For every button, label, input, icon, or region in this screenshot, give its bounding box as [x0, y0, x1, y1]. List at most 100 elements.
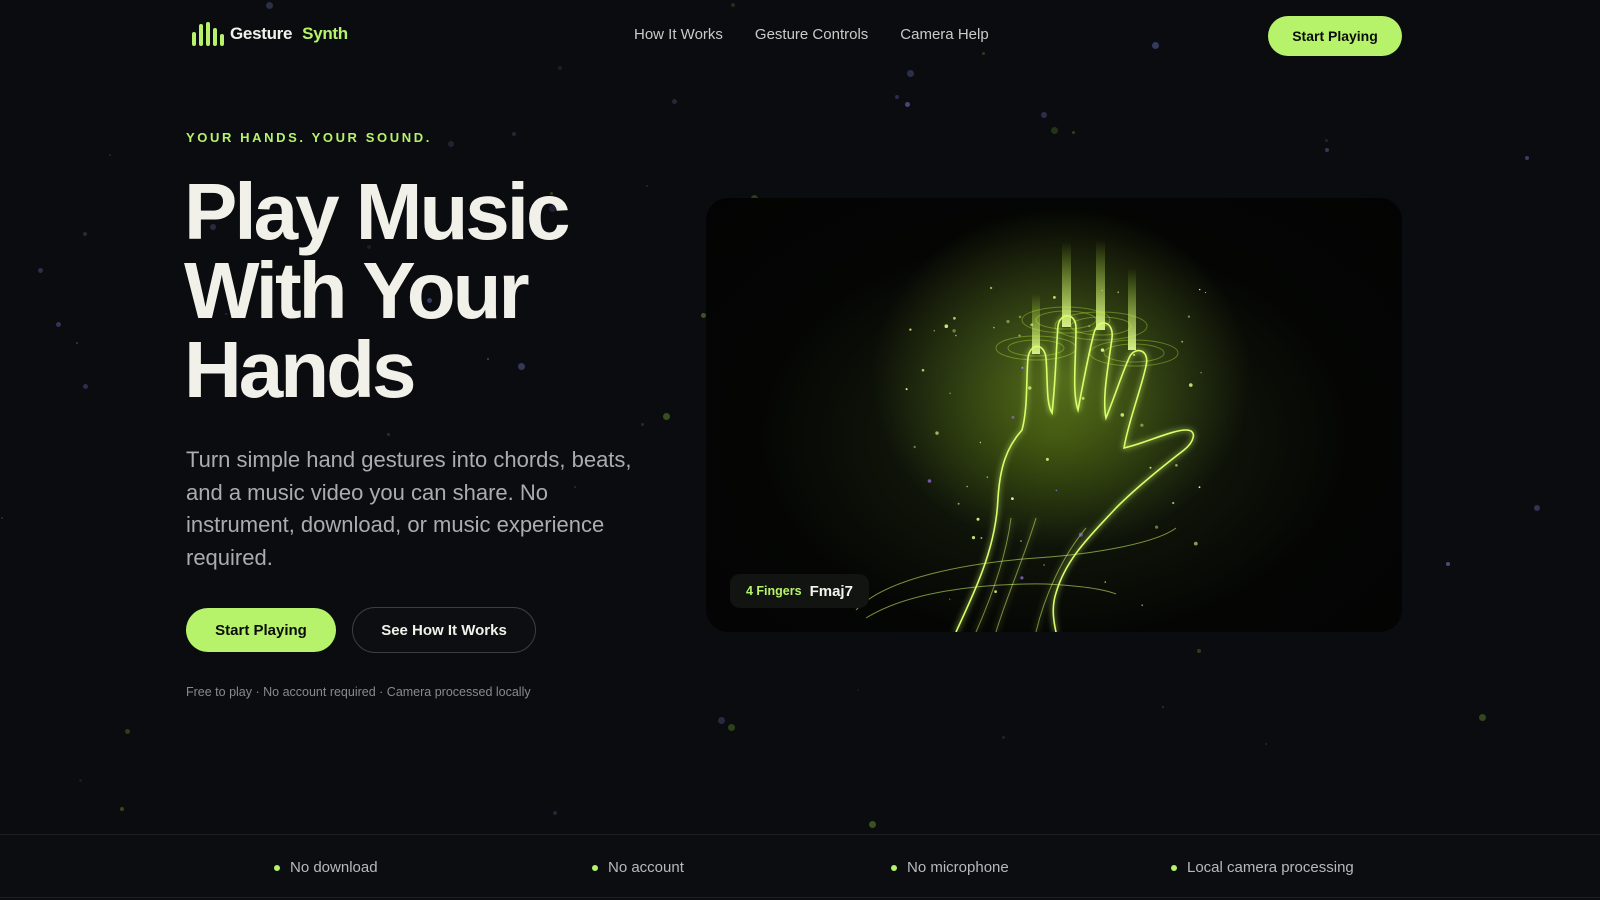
beam-3 — [1096, 240, 1105, 330]
star-dot — [728, 724, 735, 731]
feature-label: No download — [290, 859, 378, 876]
star-dot — [1446, 562, 1450, 566]
sparkle-dot — [1193, 541, 1198, 546]
headline-line-1: Play Music — [184, 167, 571, 256]
sparkle-dot — [971, 536, 976, 540]
beam-2 — [1062, 242, 1071, 327]
star-dot — [1525, 156, 1529, 160]
sparkle-dot — [1100, 348, 1105, 352]
sparkle-dot — [1187, 315, 1190, 318]
feature-item: No microphone — [891, 859, 1009, 876]
star-dot — [1265, 743, 1267, 745]
sparkle-dot — [1078, 532, 1083, 537]
sparkle-dot — [1011, 415, 1015, 419]
sparkle-dot — [1140, 423, 1144, 427]
sparkle-dot — [993, 326, 995, 329]
sparkle-dot — [949, 598, 951, 600]
feature-item: No account — [592, 859, 684, 876]
brand-logo[interactable]: Gesture Synth — [192, 22, 348, 46]
star-dot — [641, 423, 644, 426]
star-dot — [895, 95, 899, 99]
sparkle-dot — [966, 485, 968, 488]
sparkle-dot — [909, 328, 912, 331]
feature-item: No download — [274, 859, 378, 876]
sparkle-dot — [1018, 315, 1022, 319]
bullet-dot-icon — [1171, 864, 1177, 871]
feature-label: No account — [608, 859, 684, 876]
headline-line-2: With Your — [184, 246, 530, 335]
star-dot — [1072, 131, 1075, 134]
star-dot — [1325, 148, 1329, 152]
hero-headline: Play Music With Your Hands — [184, 167, 664, 414]
nav-link-how-it-works[interactable]: How It Works — [634, 26, 723, 43]
hero-fineprint: Free to play · No account required · Cam… — [186, 685, 531, 699]
nav-link-gesture-controls[interactable]: Gesture Controls — [755, 26, 868, 43]
beam-4 — [1128, 268, 1136, 350]
star-dot — [38, 268, 43, 273]
sparkle-dot — [1199, 288, 1201, 291]
bullet-dot-icon — [592, 864, 598, 871]
sparkle-dot — [1205, 291, 1207, 294]
star-dot — [1, 517, 3, 519]
star-dot — [1534, 505, 1540, 511]
sparkle-dot — [994, 590, 997, 593]
sparkle-dot — [1117, 291, 1120, 294]
sparkle-dot — [1020, 576, 1024, 580]
star-dot — [83, 232, 87, 236]
chord-name: Fmaj7 — [809, 582, 853, 600]
feature-label: No microphone — [907, 859, 1009, 876]
star-dot — [512, 132, 516, 136]
star-dot — [1051, 127, 1058, 134]
bullet-dot-icon — [274, 864, 280, 871]
star-dot — [79, 779, 82, 782]
sparkle-dot — [1101, 289, 1103, 292]
sparkle-dot — [953, 316, 956, 320]
sparkle-dot — [933, 330, 935, 332]
sparkle-dot — [1200, 372, 1202, 374]
sparkle-dot — [1021, 366, 1024, 369]
sparkle-dot — [1020, 540, 1022, 542]
sparkle-dot — [1018, 334, 1021, 337]
feature-label: Local camera processing — [1187, 859, 1354, 876]
sparkle-dot — [1189, 383, 1193, 387]
hand-svg — [855, 208, 1251, 632]
see-how-it-works-button[interactable]: See How It Works — [352, 607, 536, 653]
nav-start-playing-button[interactable]: Start Playing — [1268, 16, 1402, 56]
sparkle-dot — [1053, 296, 1056, 299]
sparkle-dot — [905, 388, 908, 391]
nav-link-camera-help[interactable]: Camera Help — [900, 26, 988, 43]
star-dot — [1197, 649, 1201, 653]
sparkle-dot — [949, 392, 951, 395]
star-dot — [56, 322, 61, 327]
sparkle-dot — [935, 431, 939, 435]
feature-strip: No download No account No microphone Loc… — [0, 834, 1600, 898]
star-dot — [1479, 714, 1486, 721]
star-dot — [857, 689, 859, 691]
sparkle-dot — [1181, 340, 1184, 343]
feature-item: Local camera processing — [1171, 859, 1354, 876]
star-dot — [1002, 736, 1005, 739]
star-dot — [718, 717, 725, 724]
star-dot — [553, 811, 557, 815]
sparkle-dot — [921, 368, 925, 372]
sparkle-dot — [989, 286, 993, 290]
sparkle-dot — [986, 476, 988, 478]
star-dot — [448, 141, 454, 147]
sparkle-dot — [957, 502, 960, 505]
bullet-dot-icon — [891, 864, 897, 871]
sound-bars-icon — [192, 22, 224, 46]
star-dot — [905, 102, 910, 107]
sparkle-dot — [1043, 564, 1045, 566]
headline-line-3: Hands — [184, 325, 417, 414]
star-dot — [125, 729, 130, 734]
hero-start-playing-button[interactable]: Start Playing — [186, 608, 336, 652]
sparkle-dot — [944, 324, 949, 328]
brand-name-part1: Gesture — [230, 24, 293, 43]
star-dot — [1041, 112, 1047, 118]
sparkle-dot — [1045, 457, 1049, 461]
sparkle-dot — [1030, 323, 1034, 327]
sparkle-dot — [1088, 325, 1091, 328]
star-dot — [387, 433, 390, 436]
sparkle-dot — [979, 441, 982, 444]
sparkle-dot — [980, 537, 983, 539]
